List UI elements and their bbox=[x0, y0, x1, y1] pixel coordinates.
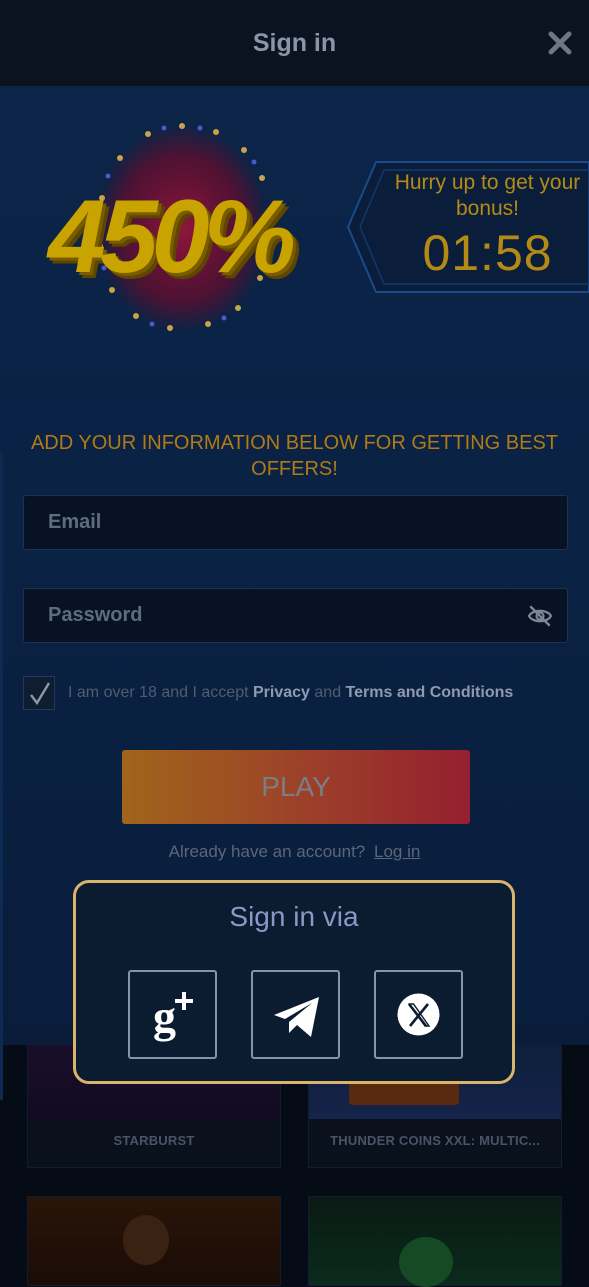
x-logo-icon bbox=[397, 993, 440, 1036]
consent-and: and bbox=[314, 684, 342, 701]
x-button[interactable] bbox=[374, 970, 463, 1059]
game-thumbnail bbox=[28, 1197, 280, 1285]
play-button[interactable]: PLAY bbox=[122, 750, 470, 824]
svg-text:g: g bbox=[153, 991, 176, 1042]
bonus-timer: Hurry up to get your bonus! 01:58 bbox=[346, 160, 589, 294]
character-image bbox=[123, 1215, 169, 1265]
terms-link[interactable]: Terms and Conditions bbox=[346, 684, 514, 701]
game-card[interactable] bbox=[27, 1196, 281, 1286]
password-field[interactable] bbox=[23, 588, 568, 643]
modal-header: Sign in bbox=[0, 0, 589, 87]
privacy-link[interactable]: Privacy bbox=[253, 684, 310, 701]
eye-off-icon[interactable] bbox=[527, 604, 553, 628]
consent-prefix: I am over 18 and I accept bbox=[68, 684, 249, 701]
login-link[interactable]: Log in bbox=[374, 842, 420, 861]
password-input[interactable] bbox=[24, 589, 567, 642]
game-thumbnail bbox=[309, 1197, 561, 1287]
bonus-badge: 450% bbox=[40, 118, 330, 338]
social-signin-popup: Sign in via g bbox=[73, 880, 515, 1084]
game-title: THUNDER COINS XXL: MULTIC... bbox=[330, 1133, 540, 1148]
consent-text: I am over 18 and I accept Privacy and Te… bbox=[68, 684, 513, 702]
game-card[interactable] bbox=[308, 1196, 562, 1287]
age-consent-checkbox[interactable] bbox=[23, 676, 55, 710]
google-plus-icon: g bbox=[153, 991, 193, 1042]
login-prompt: Already have an account? Log in bbox=[0, 842, 589, 862]
login-prompt-text: Already have an account? bbox=[168, 842, 366, 861]
email-field[interactable] bbox=[23, 495, 568, 550]
panel-edge bbox=[0, 452, 3, 1100]
close-icon[interactable] bbox=[547, 30, 573, 56]
checkmark-icon bbox=[30, 682, 51, 706]
telegram-icon bbox=[274, 997, 319, 1037]
info-heading: ADD YOUR INFORMATION BELOW FOR GETTING B… bbox=[30, 432, 559, 480]
modal-title: Sign in bbox=[252, 29, 337, 57]
email-input[interactable] bbox=[24, 496, 567, 549]
bonus-percent: 450% bbox=[48, 179, 296, 295]
timer-countdown: 01:58 bbox=[422, 225, 553, 281]
game-title: STARBURST bbox=[113, 1133, 195, 1148]
social-signin-title: Sign in via bbox=[229, 901, 359, 932]
timer-label: Hurry up to get your bonus! bbox=[394, 171, 581, 220]
google-plus-button[interactable]: g bbox=[128, 970, 217, 1059]
telegram-button[interactable] bbox=[251, 970, 340, 1059]
